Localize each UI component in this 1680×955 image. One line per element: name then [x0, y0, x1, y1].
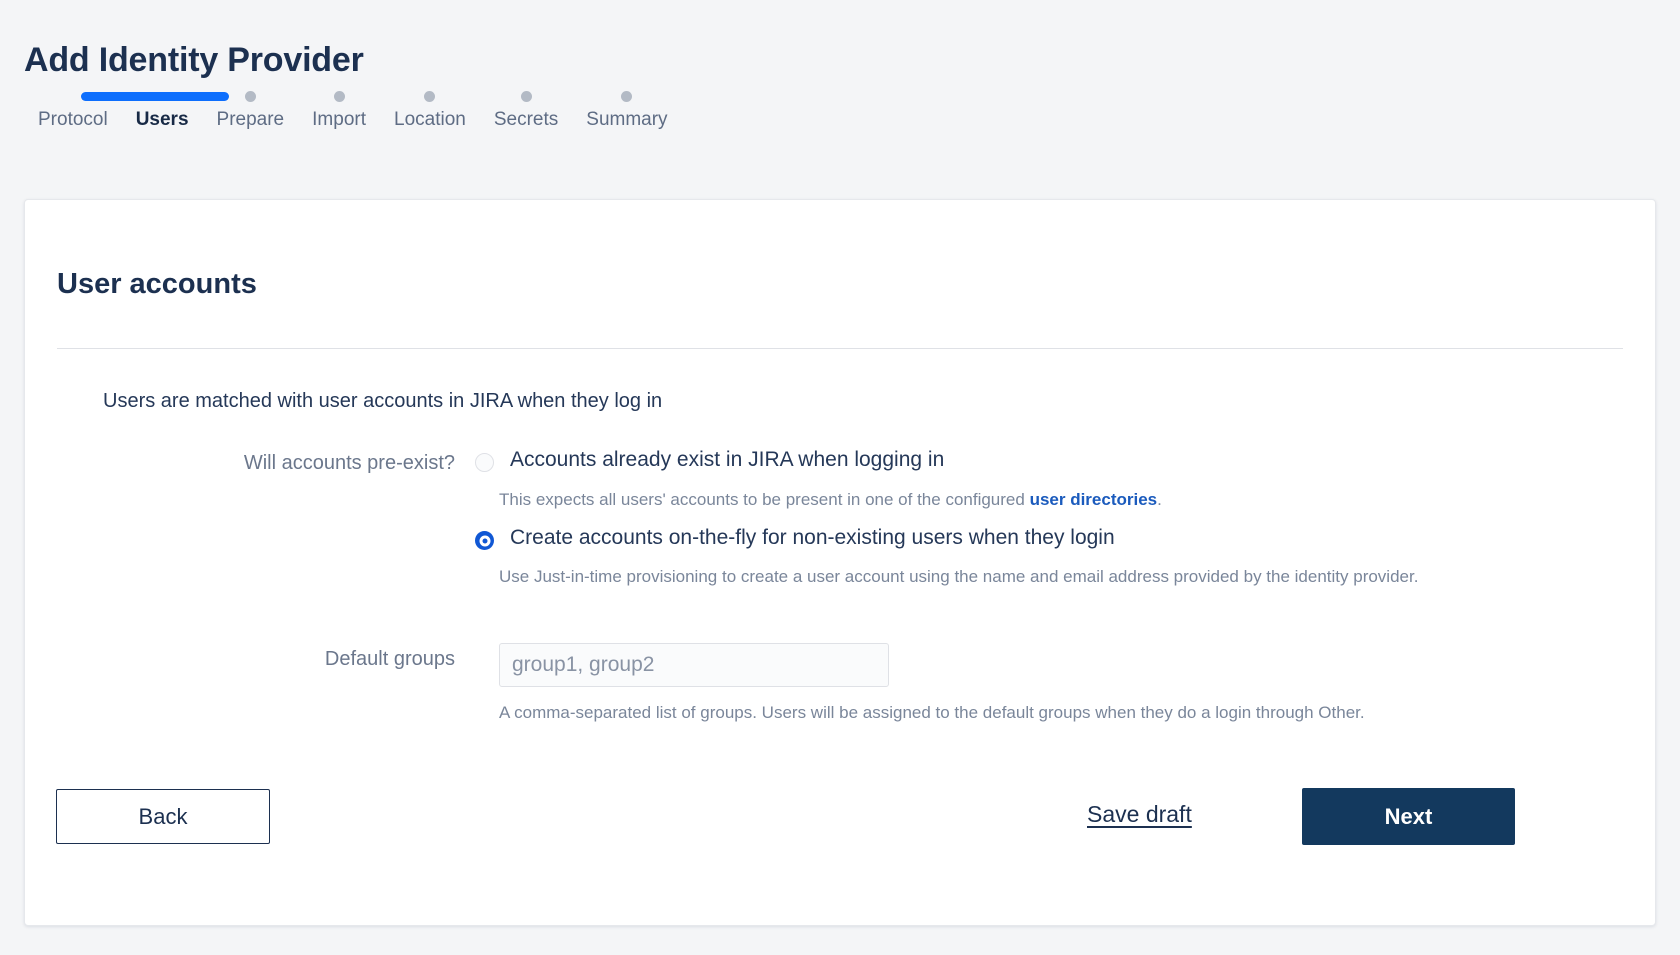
next-button[interactable]: Next	[1302, 788, 1515, 845]
radio-selected-icon[interactable]	[475, 531, 494, 550]
helper-create-on-the-fly: Use Just-in-time provisioning to create …	[499, 567, 1419, 586]
section-title: User accounts	[57, 268, 257, 300]
step-dot-icon	[424, 90, 436, 102]
radio-option-accounts-exist[interactable]: Accounts already exist in JIRA when logg…	[475, 448, 944, 472]
stepper-step-summary[interactable]: Summary	[572, 84, 681, 132]
helper-text-suffix: .	[1157, 490, 1162, 509]
step-dot-icon	[520, 90, 532, 102]
radio-label-create-on-the-fly: Create accounts on-the-fly for non-exist…	[510, 526, 1115, 549]
step-dot-icon	[333, 90, 345, 102]
stepper-progress-bar	[81, 92, 229, 101]
stepper-label-secrets: Secrets	[493, 109, 559, 130]
helper-default-groups: A comma-separated list of groups. Users …	[499, 703, 1365, 722]
stepper-label-summary: Summary	[586, 109, 668, 130]
helper-accounts-exist: This expects all users' accounts to be p…	[499, 490, 1162, 510]
user-directories-link[interactable]: user directories	[1030, 490, 1158, 509]
stepper-step-import[interactable]: Import	[298, 84, 380, 132]
intro-text: Users are matched with user accounts in …	[103, 390, 663, 412]
section-divider	[57, 348, 1623, 349]
stepper-marker-import	[312, 84, 366, 108]
stepper-step-location[interactable]: Location	[380, 84, 480, 132]
radio-option-create-on-the-fly[interactable]: Create accounts on-the-fly for non-exist…	[475, 526, 1115, 550]
save-draft-button[interactable]: Save draft	[1087, 801, 1192, 828]
radio-unselected-icon[interactable]	[475, 453, 494, 472]
stepper-label-prepare: Prepare	[216, 109, 285, 130]
stepper-marker-location	[394, 84, 466, 108]
stepper-label-users: Users	[135, 109, 189, 130]
stepper-label-import: Import	[312, 109, 366, 130]
helper-text-prefix: This expects all users' accounts to be p…	[499, 490, 1030, 509]
stepper-label-protocol: Protocol	[38, 109, 108, 130]
stepper-marker-summary	[586, 84, 667, 108]
back-button[interactable]: Back	[56, 789, 270, 844]
stepper-marker-secrets	[494, 84, 558, 108]
default-groups-input[interactable]	[499, 643, 889, 687]
add-identity-provider-page: Add Identity Provider Protocol Users Pre…	[0, 0, 1680, 955]
step-dot-icon	[621, 90, 633, 102]
page-title: Add Identity Provider	[24, 40, 364, 79]
stepper-step-secrets[interactable]: Secrets	[480, 84, 572, 132]
stepper-label-location: Location	[394, 109, 466, 130]
preexist-field-label: Will accounts pre-exist?	[243, 452, 455, 474]
radio-label-accounts-exist: Accounts already exist in JIRA when logg…	[510, 448, 945, 471]
step-dot-icon	[244, 90, 256, 102]
user-accounts-card: User accounts Users are matched with use…	[24, 199, 1656, 926]
default-groups-label: Default groups	[324, 648, 455, 670]
